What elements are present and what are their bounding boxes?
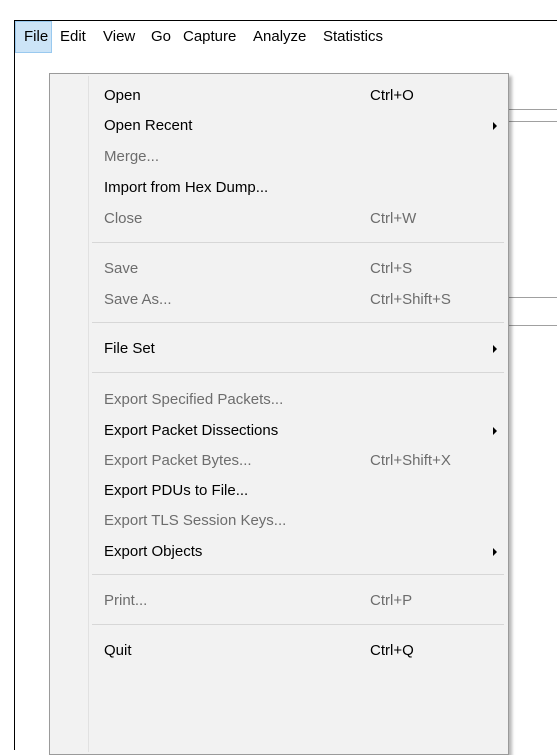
menu-analyze[interactable]: Analyze	[245, 21, 314, 53]
menu-item-label: Export Packet Bytes...	[104, 452, 252, 469]
menu-item-export-packet-bytes[interactable]: Export Packet Bytes... Ctrl+Shift+X	[52, 446, 506, 476]
menu-statistics[interactable]: Statistics	[315, 21, 391, 53]
menu-item-label: Save	[104, 260, 139, 277]
menu-item-save-as[interactable]: Save As... Ctrl+Shift+S	[52, 285, 506, 315]
menu-item-shortcut: Ctrl+Shift+X	[370, 452, 451, 469]
menu-capture[interactable]: Capture	[175, 21, 244, 53]
menu-item-label: Export TLS Session Keys...	[104, 512, 287, 529]
menu-item-label: Import from Hex Dump...	[104, 179, 269, 196]
menu-item-label: Merge...	[104, 148, 160, 165]
menu-item-export-tls-keys[interactable]: Export TLS Session Keys...	[52, 506, 506, 536]
menu-item-file-set[interactable]: File Set	[52, 334, 506, 364]
menu-item-label: Save As...	[104, 291, 172, 308]
menu-file[interactable]: File	[15, 21, 52, 53]
submenu-arrow-icon	[493, 427, 497, 435]
submenu-arrow-icon	[493, 345, 497, 353]
menu-item-export-pdus[interactable]: Export PDUs to File...	[52, 476, 506, 506]
menu-item-label: Export PDUs to File...	[104, 482, 249, 499]
menu-item-import-hex-dump[interactable]: Import from Hex Dump...	[52, 173, 506, 203]
menu-item-print[interactable]: Print... Ctrl+P	[52, 586, 506, 616]
menu-item-label: Open	[104, 87, 141, 104]
menu-item-open-recent[interactable]: Open Recent	[52, 111, 506, 141]
filter-bar-edge	[505, 109, 557, 110]
menu-item-shortcut: Ctrl+W	[370, 210, 417, 227]
menu-bar: File Edit View Go Capture Analyze Statis…	[15, 21, 557, 53]
menu-item-label: Export Packet Dissections	[104, 422, 279, 439]
menu-item-label: Open Recent	[104, 117, 193, 134]
menu-item-label: Export Objects	[104, 543, 203, 560]
menu-view[interactable]: View	[95, 21, 143, 53]
menu-item-shortcut: Ctrl+S	[370, 260, 413, 277]
menu-item-shortcut: Ctrl+Shift+S	[370, 291, 451, 308]
menu-item-quit[interactable]: Quit Ctrl+Q	[52, 636, 506, 666]
menu-separator	[92, 322, 504, 323]
filter-bar-edge-lower	[505, 121, 557, 122]
menu-item-shortcut: Ctrl+O	[370, 87, 414, 104]
menu-item-shortcut: Ctrl+Q	[370, 642, 414, 659]
menu-item-label: Print...	[104, 592, 148, 609]
menu-item-close[interactable]: Close Ctrl+W	[52, 204, 506, 234]
menu-item-export-specified-packets[interactable]: Export Specified Packets...	[52, 385, 506, 415]
menu-separator	[92, 624, 504, 625]
app-window: File Edit View Go Capture Analyze Statis…	[14, 20, 557, 755]
menu-item-open[interactable]: Open Ctrl+O	[52, 81, 506, 111]
submenu-arrow-icon	[493, 122, 497, 130]
menu-item-label: Close	[104, 210, 143, 227]
menu-item-save[interactable]: Save Ctrl+S	[52, 254, 506, 284]
menu-item-shortcut: Ctrl+P	[370, 592, 413, 609]
menu-item-label: File Set	[104, 340, 155, 357]
menu-separator	[92, 372, 504, 373]
menu-edit[interactable]: Edit	[52, 21, 94, 53]
menu-item-merge[interactable]: Merge...	[52, 142, 506, 172]
submenu-arrow-icon	[493, 548, 497, 556]
menu-item-label: Quit	[104, 642, 132, 659]
menu-item-label: Export Specified Packets...	[104, 391, 284, 408]
pane-divider-lower	[505, 325, 557, 326]
menu-item-export-objects[interactable]: Export Objects	[52, 537, 506, 567]
menu-go[interactable]: Go	[143, 21, 179, 53]
menu-separator	[92, 242, 504, 243]
file-menu-dropdown: Open Ctrl+O Open Recent Merge... Import …	[49, 73, 509, 755]
pane-divider	[505, 297, 557, 298]
menu-item-export-packet-dissections[interactable]: Export Packet Dissections	[52, 416, 506, 446]
menu-separator	[92, 574, 504, 575]
